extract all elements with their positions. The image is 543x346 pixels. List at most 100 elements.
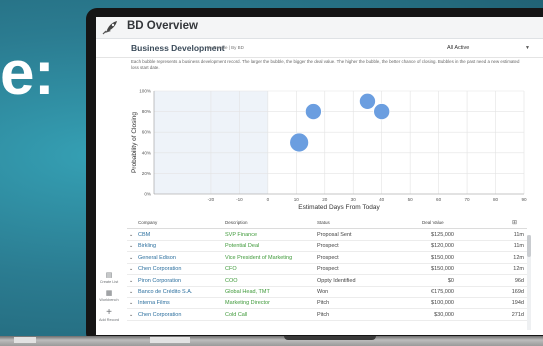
cell-deal-value: $125,000 (431, 232, 454, 238)
x-tick-label: 90 (521, 197, 527, 202)
table-row[interactable]: ⌄ General Edison Vice President of Marketi… (127, 252, 527, 264)
x-tick-label: 40 (379, 197, 385, 202)
cell-description[interactable]: Cold Call (225, 312, 247, 318)
expand-caret-icon[interactable]: ⌄ (129, 266, 133, 272)
create-list-icon: ▤ (105, 272, 113, 279)
cell-description[interactable]: COO (225, 278, 238, 284)
expand-caret-icon[interactable]: ⌄ (129, 312, 133, 318)
table-row[interactable]: ⌄ Banco de Crédito S.A. Global Head, TMT Wo… (127, 286, 527, 298)
table-row[interactable]: ⌄ Chen Corporation Cold Call Pitch $30,000 27… (127, 309, 527, 321)
column-header-company[interactable]: Company (138, 220, 157, 225)
bubble-point[interactable] (289, 132, 310, 153)
cell-description[interactable]: CFO (225, 266, 237, 272)
table-row[interactable]: ⌄ Interna Films Marketing Director Pitch $10… (127, 297, 527, 310)
expand-caret-icon[interactable]: ⌄ (129, 300, 133, 306)
cell-age: 194d (511, 300, 524, 307)
cell-description[interactable]: SVP Finance (225, 232, 257, 238)
cell-status: Prospect (317, 254, 339, 261)
create-list-label: Create List (99, 280, 119, 284)
cell-description[interactable]: Potential Deal (225, 243, 259, 249)
table-row[interactable]: ⌄ Chen Corporation CFO Prospect $150,000 12m (127, 263, 527, 276)
app-title: BD Overview (127, 20, 198, 32)
cell-company[interactable]: Chen Corporation (138, 312, 181, 318)
table-scroll-thumb[interactable] (527, 235, 531, 257)
column-header-description[interactable]: Description (225, 220, 248, 225)
x-tick-label: 70 (465, 197, 471, 202)
table-row[interactable]: ⌄ CBM SVP Finance Proposal Sent $125,000 11m (127, 229, 527, 241)
table-header: Company Description Status Deal Value ⊞ (127, 218, 527, 229)
cell-status: Prospect (317, 243, 339, 250)
x-tick-label: -20 (208, 197, 215, 202)
workbench-button[interactable]: ▦ Workbench (96, 290, 122, 303)
x-tick-label: 10 (294, 197, 300, 202)
x-tick-label: 80 (493, 197, 499, 202)
y-tick-label: 40% (142, 150, 151, 155)
filter-select[interactable]: All Active ▼ (444, 42, 532, 54)
cell-age: 11m (513, 232, 524, 238)
y-tick-label: 0% (144, 192, 151, 197)
cell-description[interactable]: Marketing Director (225, 300, 270, 306)
cell-status: Won (317, 289, 329, 295)
expand-caret-icon[interactable]: ⌄ (129, 289, 133, 295)
app-header: BD Overview (96, 17, 543, 39)
cell-age: 169d (511, 289, 524, 295)
expand-caret-icon[interactable]: ⌄ (129, 278, 133, 284)
workbench-icon: ▦ (105, 290, 113, 297)
y-tick-label: 20% (142, 171, 151, 176)
cell-company[interactable]: CBM (138, 232, 150, 238)
cell-company[interactable]: Interna Films (138, 300, 170, 306)
cell-company[interactable]: Banco de Crédito S.A. (138, 289, 192, 295)
cell-deal-value: $0 (447, 277, 454, 284)
cell-company[interactable]: Birkling (138, 243, 156, 249)
create-list-button[interactable]: ▤ Create List (96, 272, 122, 285)
x-tick-label: 50 (408, 197, 414, 202)
table-row[interactable]: ⌄ Birkling Potential Deal Prospect $120,000 1… (127, 240, 527, 253)
laptop-base-highlight (14, 337, 36, 343)
cell-company[interactable]: Piron Corporation (138, 278, 181, 284)
cell-deal-value: $150,000 (431, 266, 454, 273)
cell-company[interactable]: General Edison (138, 255, 176, 261)
add-record-button[interactable]: + Add Record (96, 308, 122, 323)
cell-age: 12m (513, 254, 524, 261)
bubble-point[interactable] (304, 103, 322, 121)
x-tick-label: 30 (351, 197, 357, 202)
cell-deal-value: $150,000 (431, 254, 454, 261)
rocket-icon (102, 21, 117, 35)
table-row[interactable]: ⌄ Piron Corporation COO Oppty Identified $0 9… (127, 275, 527, 287)
add-record-icon: + (106, 307, 112, 318)
cell-age: 11m (513, 243, 524, 250)
cell-description[interactable]: Vice President of Marketing (225, 255, 292, 261)
bubble-point[interactable] (358, 92, 376, 110)
column-chooser-icon[interactable]: ⊞ (512, 219, 517, 226)
laptop-base-notch (284, 336, 376, 340)
background-colon: : (34, 39, 55, 108)
laptop-base (0, 336, 543, 346)
filter-select-value: All Active (447, 45, 470, 51)
expand-caret-icon[interactable]: ⌄ (129, 243, 133, 249)
expand-caret-icon[interactable]: ⌄ (129, 255, 133, 261)
x-tick-label: 20 (322, 197, 328, 202)
panel-header: Business Development By People | By BD A… (96, 39, 543, 58)
table-scrollbar[interactable] (527, 235, 531, 330)
expand-caret-icon[interactable]: ⌄ (129, 232, 133, 238)
background-glyph: e (0, 39, 35, 108)
column-header-status[interactable]: Status (317, 220, 330, 225)
add-record-label: Add Record (98, 318, 120, 322)
cell-age: 96d (514, 277, 524, 284)
laptop-base-highlight (150, 337, 190, 343)
y-tick-label: 100% (139, 89, 151, 94)
bubble-chart: 0% 20% 40% 60% 80% 100% -20 -10 0 10 20 30 40 50 60 70 8… (131, 89, 527, 211)
view-toggle-links[interactable]: By People | By BD (207, 45, 244, 50)
x-tick-label: 60 (436, 197, 442, 202)
bubble-point[interactable] (373, 103, 391, 121)
cell-description[interactable]: Global Head, TMT (225, 289, 270, 295)
column-header-deal-value[interactable]: Deal Value (422, 220, 444, 225)
x-axis-title: Estimated Days From Today (298, 204, 380, 211)
cell-company[interactable]: Chen Corporation (138, 266, 181, 272)
laptop-screen: BD Overview Business Development By Peop… (96, 17, 543, 335)
cell-age: 271d (511, 311, 524, 318)
cell-status: Prospect (317, 266, 339, 273)
cell-deal-value: $120,000 (431, 243, 454, 250)
y-tick-label: 80% (142, 109, 151, 114)
cell-deal-value: $30,000 (434, 311, 454, 318)
